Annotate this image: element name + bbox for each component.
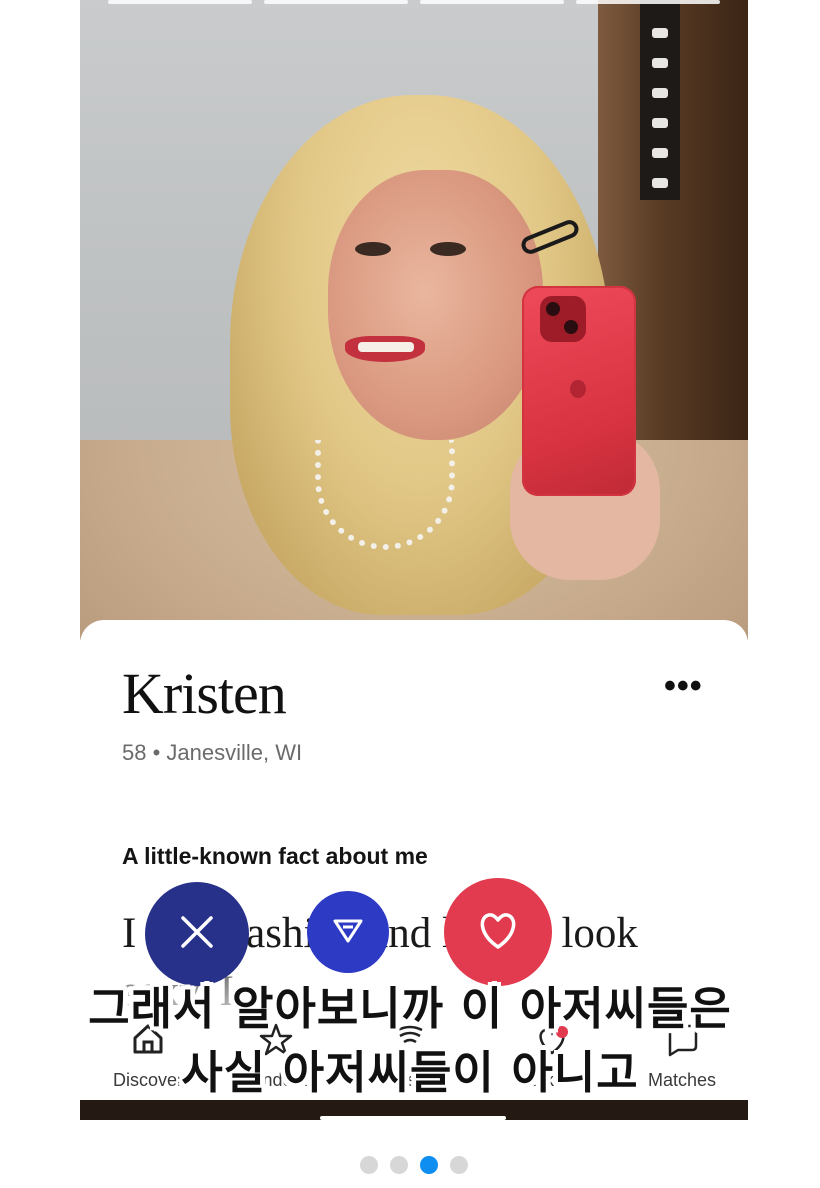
carousel-dot-active[interactable] xyxy=(420,1156,438,1174)
caption-line-2: 사실 아저씨들이 아니고 xyxy=(181,1046,639,1099)
photo-progress-bars xyxy=(108,0,720,4)
more-options-button[interactable]: ••• xyxy=(664,669,703,703)
photo-person-teeth xyxy=(358,342,414,352)
skip-button[interactable] xyxy=(145,882,249,986)
caption-line-1: 그래서 알아보니까 이 아저씨들은 xyxy=(88,982,732,1035)
send-icon xyxy=(331,913,365,952)
profile-photo[interactable] xyxy=(80,0,748,640)
carousel-dots xyxy=(360,1156,468,1174)
send-rose-button[interactable] xyxy=(307,891,389,973)
home-indicator-bar xyxy=(80,1100,748,1120)
photo-person-face xyxy=(328,170,543,440)
heart-icon xyxy=(475,909,521,956)
prompt-title: A little-known fact about me xyxy=(122,843,428,869)
like-button[interactable] xyxy=(444,878,552,986)
close-icon xyxy=(177,912,217,957)
profile-name: Kristen xyxy=(122,661,287,726)
carousel-dot[interactable] xyxy=(450,1156,468,1174)
photo-person-eye-left xyxy=(355,242,391,256)
profile-age-location: 58 • Janesville, WI xyxy=(122,740,303,765)
photo-person-eye-right xyxy=(430,242,466,256)
photo-phone-logo xyxy=(570,380,586,398)
carousel-dot[interactable] xyxy=(360,1156,378,1174)
carousel-dot[interactable] xyxy=(390,1156,408,1174)
photo-background-filmstrip xyxy=(640,0,680,200)
photo-phone-camera xyxy=(540,296,586,342)
